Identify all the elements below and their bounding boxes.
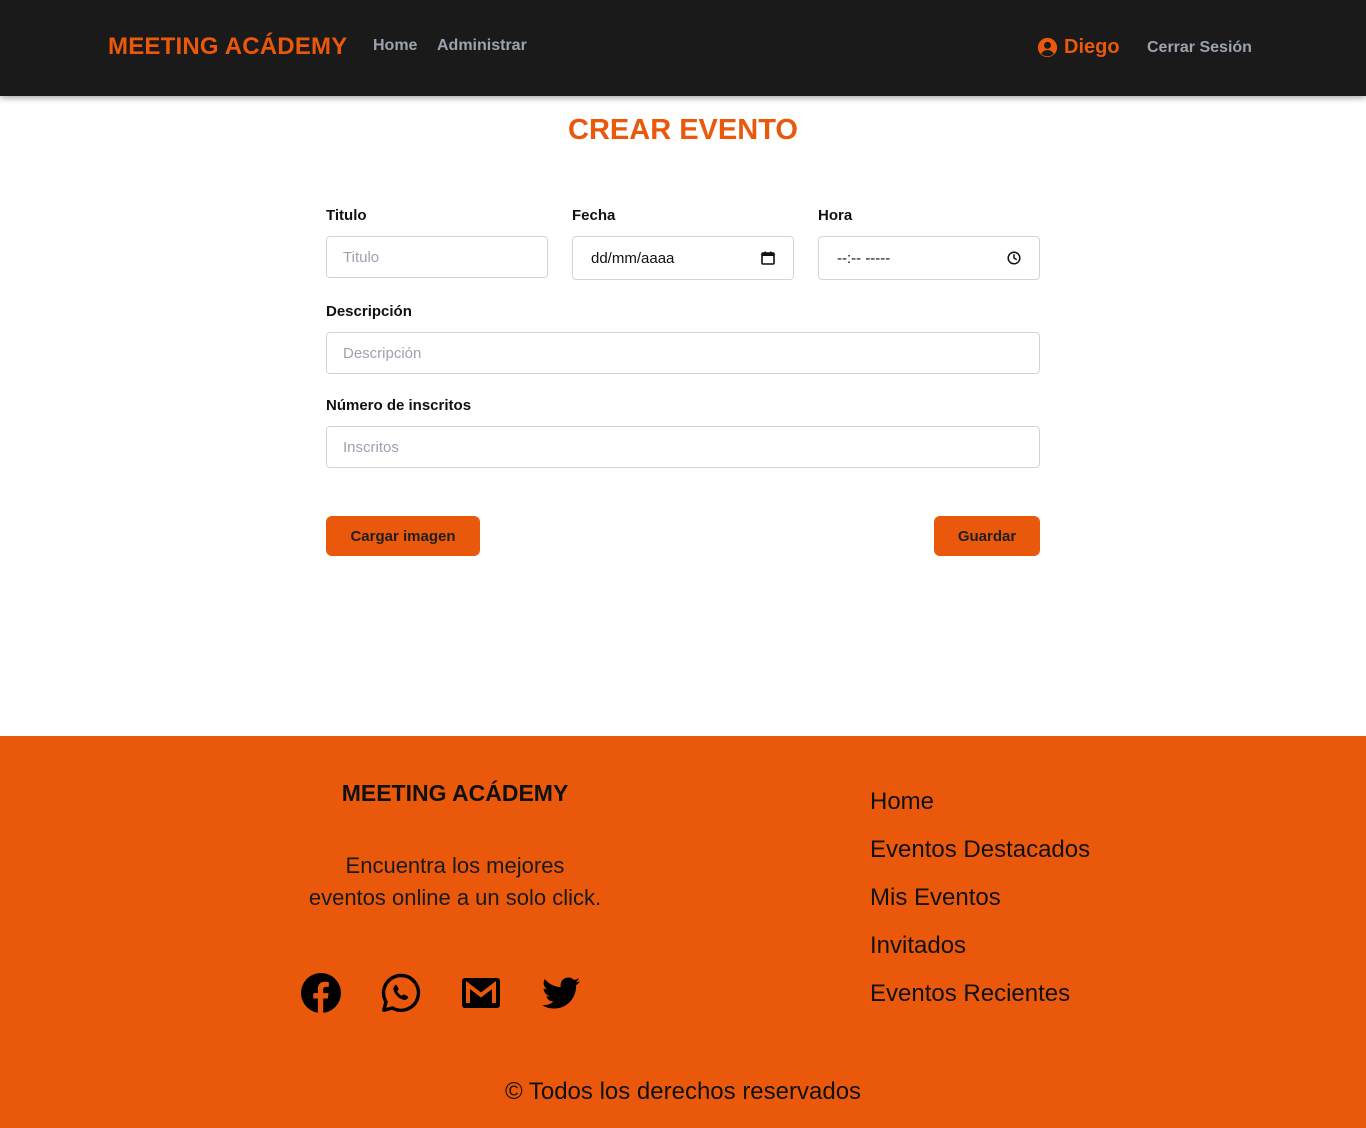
- titulo-input[interactable]: [326, 236, 548, 278]
- inscritos-label: Número de inscritos: [326, 397, 472, 414]
- list-item: Mis Eventos: [870, 882, 1090, 930]
- footer-brand: MEETING ACÁDEMY: [341, 780, 569, 806]
- tagline-line-2: eventos online a un solo click.: [308, 885, 602, 910]
- user-name: Diego: [1064, 36, 1120, 58]
- footer-tagline: Encuentra los mejores eventos online a u…: [270, 850, 640, 914]
- calendar-icon[interactable]: [761, 251, 775, 265]
- twitter-icon[interactable]: [540, 972, 582, 1014]
- logout-link[interactable]: Cerrar Sesión: [1147, 39, 1252, 57]
- page-title: CREAR EVENTO: [568, 114, 798, 146]
- descripcion-input[interactable]: [326, 332, 1040, 374]
- fecha-display: dd/mm/aaaa: [591, 249, 675, 267]
- hora-label: Hora: [818, 207, 853, 224]
- copyright-text: © Todos los derechos reservados: [504, 1078, 862, 1105]
- inscritos-input[interactable]: [326, 426, 1040, 468]
- footer-link-eventos-recientes[interactable]: Eventos Recientes: [870, 980, 1070, 1007]
- footer-link-mis-eventos[interactable]: Mis Eventos: [870, 884, 1001, 911]
- nav-link-home[interactable]: Home: [373, 37, 417, 55]
- navbar: MEETING ACÁDEMY Home Administrar Diego C…: [0, 0, 1366, 96]
- upload-image-button[interactable]: Cargar imagen: [326, 516, 480, 556]
- descripcion-label: Descripción: [326, 303, 412, 320]
- footer: MEETING ACÁDEMY Encuentra los mejores ev…: [0, 736, 1366, 1128]
- user-circle-icon: [1037, 37, 1058, 58]
- hora-display: --:-- -----: [837, 249, 891, 267]
- list-item: Home: [870, 786, 1090, 834]
- save-button[interactable]: Guardar: [934, 516, 1040, 556]
- footer-link-home[interactable]: Home: [870, 788, 934, 815]
- footer-links: Home Eventos Destacados Mis Eventos Invi…: [870, 786, 1090, 1026]
- clock-icon[interactable]: [1007, 251, 1021, 265]
- facebook-icon[interactable]: [300, 972, 342, 1014]
- brand-logo[interactable]: MEETING ACÁDEMY: [108, 33, 347, 61]
- hora-time-input[interactable]: --:-- -----: [818, 236, 1040, 280]
- footer-link-invitados[interactable]: Invitados: [870, 932, 966, 959]
- whatsapp-icon[interactable]: [380, 972, 422, 1014]
- user-profile-link[interactable]: Diego: [1037, 36, 1120, 59]
- gmail-icon[interactable]: [460, 972, 502, 1014]
- titulo-label: Titulo: [326, 207, 367, 224]
- nav-link-administrar[interactable]: Administrar: [437, 37, 527, 55]
- list-item: Eventos Destacados: [870, 834, 1090, 882]
- fecha-date-input[interactable]: dd/mm/aaaa: [572, 236, 794, 280]
- tagline-line-1: Encuentra los mejores: [345, 853, 565, 878]
- list-item: Eventos Recientes: [870, 978, 1090, 1026]
- fecha-label: Fecha: [572, 207, 616, 224]
- footer-link-eventos-destacados[interactable]: Eventos Destacados: [870, 836, 1090, 863]
- list-item: Invitados: [870, 930, 1090, 978]
